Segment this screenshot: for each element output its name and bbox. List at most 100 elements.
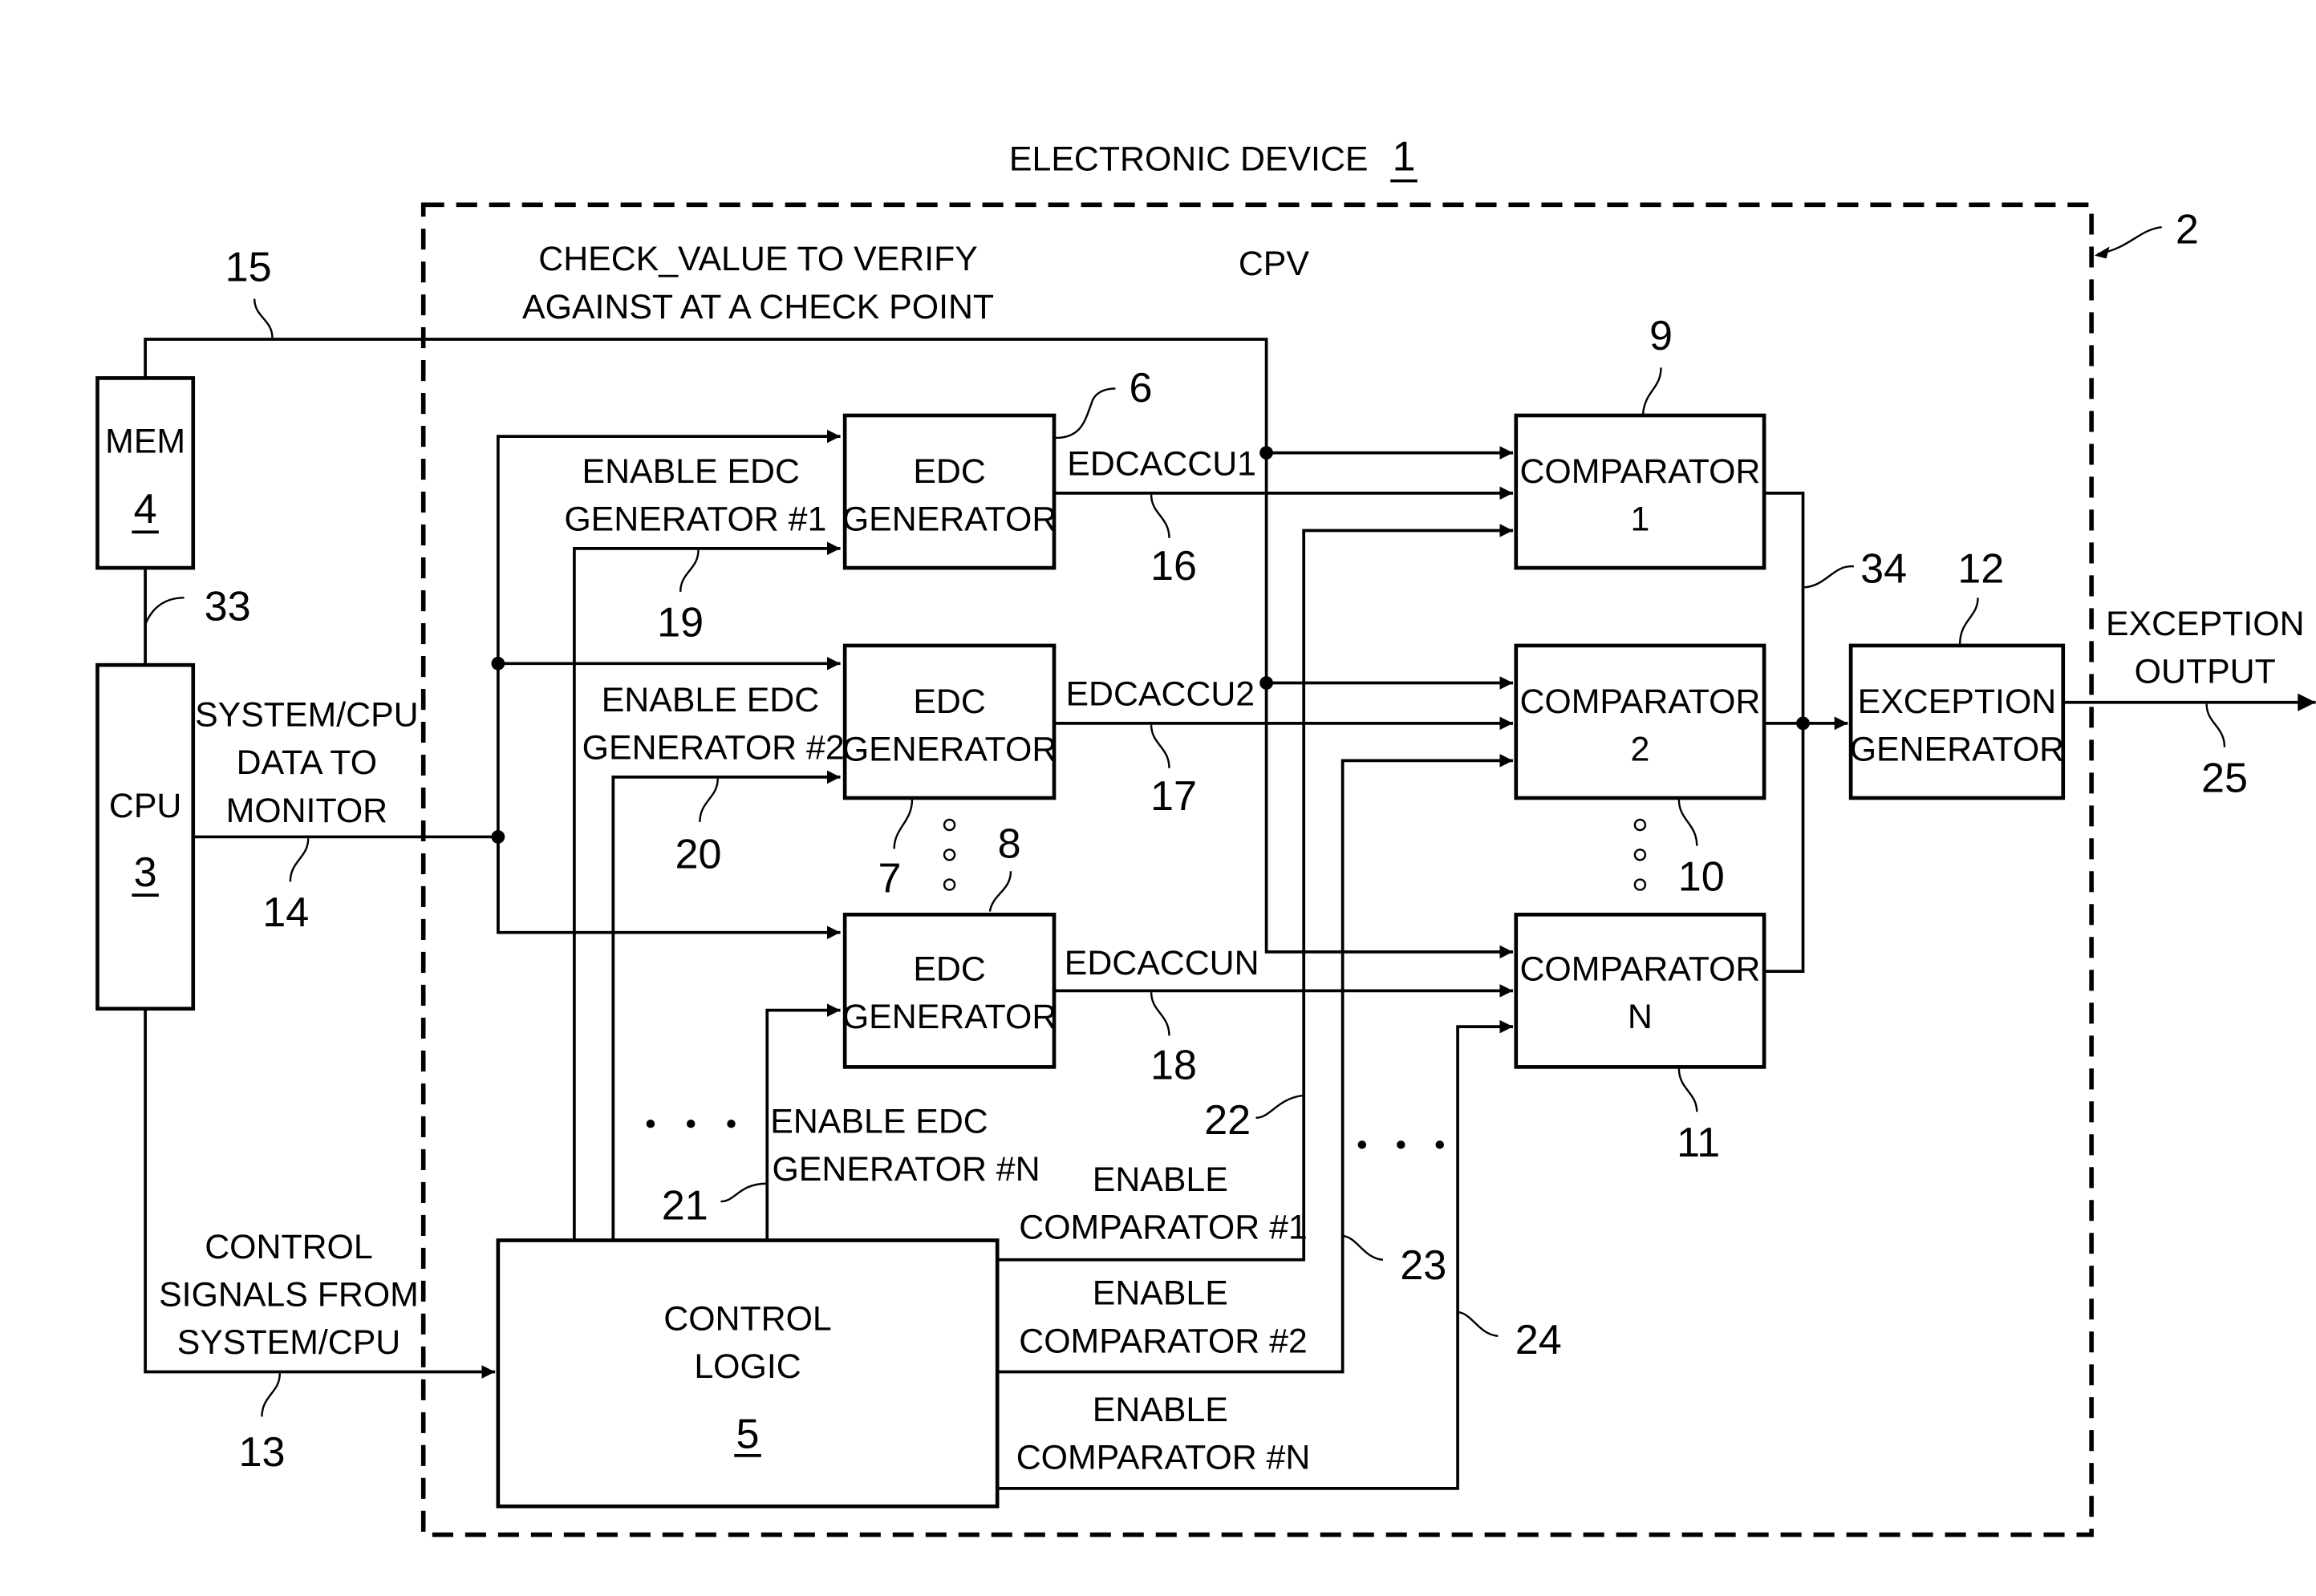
- svg-text:GENERATOR: GENERATOR: [1850, 730, 2064, 768]
- enable-comparator-1-label-2: COMPARATOR #1: [1019, 1209, 1308, 1247]
- svg-text:EXCEPTION: EXCEPTION: [1858, 683, 2057, 721]
- edcaccu-1-label: EDCACCU1: [1067, 445, 1256, 484]
- enable-edc-2-label-2: GENERATOR #2: [582, 729, 845, 768]
- edc-generator-2[interactable]: EDC GENERATOR: [842, 643, 1057, 800]
- enable-edc-n-ref: 21: [662, 1182, 708, 1229]
- cpu-data-label-1: SYSTEM/CPU: [195, 696, 419, 735]
- ellipsis-dot: [943, 818, 956, 832]
- edc-generator-n[interactable]: EDC GENERATOR: [842, 913, 1057, 1069]
- svg-text:GENERATOR: GENERATOR: [842, 500, 1057, 538]
- edcaccu-1-ref: 16: [1150, 543, 1197, 589]
- comparator-1-leader: [1641, 367, 1662, 415]
- enable-comparator-1-line: [997, 524, 1514, 1262]
- check-value-leader: [253, 298, 274, 338]
- svg-text:EDC: EDC: [913, 950, 985, 988]
- comparator-bus-ref: 34: [1860, 546, 1907, 593]
- ellipsis-dot: [727, 1119, 736, 1128]
- control-signals-label-1: CONTROL: [205, 1228, 372, 1266]
- edcaccu-n-ref: 18: [1150, 1042, 1197, 1088]
- figure-ref: 1: [1393, 133, 1416, 180]
- enable-comparator-2-ref: 23: [1400, 1242, 1446, 1289]
- enable-comparator-n-label-2: COMPARATOR #N: [1016, 1439, 1311, 1477]
- svg-text:COMPARATOR: COMPARATOR: [1519, 950, 1760, 988]
- svg-text:EDC: EDC: [913, 452, 985, 491]
- control-logic-block[interactable]: CONTROL LOGIC 5: [496, 1238, 1000, 1509]
- svg-text:GENERATOR: GENERATOR: [842, 730, 1057, 768]
- figure-title: ELECTRONIC DEVICE: [1009, 140, 1369, 178]
- control-signals-line: [144, 1008, 496, 1379]
- junction-dot: [491, 656, 505, 670]
- cpv-ref-arrow: [2094, 246, 2110, 259]
- comparator-1-ref: 9: [1649, 313, 1673, 359]
- control-logic-label-2: LOGIC: [694, 1347, 801, 1386]
- exception-output-leader: [2205, 703, 2226, 747]
- cpu-label: CPU: [109, 787, 181, 825]
- cpu-data-label-3: MONITOR: [226, 792, 388, 830]
- comparator-2-leader: [1677, 799, 1698, 846]
- edcaccu-2-ref: 17: [1150, 773, 1197, 820]
- junction-dot: [1796, 716, 1810, 731]
- comparator-1[interactable]: COMPARATOR 1: [1514, 413, 1766, 570]
- block-diagram: ELECTRONIC DEVICE 1 CPV 2 MEM 4 CPU 3 33…: [95, 133, 2316, 1537]
- edc-generator-n-leader: [988, 871, 1012, 912]
- comparator-bus: [1764, 492, 1805, 974]
- svg-text:N: N: [1628, 998, 1653, 1036]
- enable-edc-1-label-1: ENABLE EDC: [582, 452, 800, 491]
- cpu-data-label-2: DATA TO: [237, 743, 377, 782]
- cpv-label: CPV: [1239, 245, 1310, 283]
- edcaccu-1-leader: [1150, 494, 1170, 538]
- control-signals-leader: [261, 1373, 282, 1417]
- exception-output-label-1: EXCEPTION: [2106, 605, 2305, 643]
- exception-output-label-2: OUTPUT: [2135, 653, 2276, 691]
- control-logic-label-1: CONTROL: [663, 1299, 831, 1338]
- edcaccu-2-label: EDCACCU2: [1065, 674, 1255, 713]
- cpu-data-to-edc-n: [496, 836, 841, 940]
- comparator-n[interactable]: COMPARATOR N: [1514, 913, 1766, 1069]
- control-logic-ref: 5: [736, 1412, 760, 1458]
- enable-comparator-1-ref: 22: [1204, 1097, 1251, 1144]
- enable-comparator-1-label-1: ENABLE: [1093, 1161, 1228, 1199]
- edcaccu-2-leader: [1150, 724, 1170, 768]
- edc-generator-2-ref: 7: [878, 855, 902, 901]
- enable-edc-2-leader: [699, 778, 719, 822]
- enable-comparator-2-label-1: ENABLE: [1093, 1274, 1228, 1313]
- enable-edc-2-ref: 20: [675, 832, 722, 878]
- mem-block[interactable]: MEM 4: [95, 376, 196, 570]
- enable-comparator-1-leader: [1255, 1094, 1304, 1119]
- svg-text:COMPARATOR: COMPARATOR: [1519, 452, 1760, 491]
- enable-edc-1-label-2: GENERATOR #1: [564, 500, 826, 538]
- comparator-2[interactable]: COMPARATOR 2: [1514, 643, 1766, 800]
- mem-cpu-bus-leader: [144, 597, 185, 626]
- enable-edc-n-label-1: ENABLE EDC: [770, 1102, 988, 1140]
- svg-text:1: 1: [1630, 500, 1649, 538]
- check-value-line: [144, 338, 1514, 959]
- svg-text:GENERATOR: GENERATOR: [842, 998, 1057, 1036]
- ellipsis-dot: [1633, 878, 1647, 891]
- edc-generator-1[interactable]: EDC GENERATOR: [842, 413, 1057, 570]
- comparator-bus-leader: [1804, 565, 1854, 589]
- comparator-2-ref: 10: [1678, 854, 1725, 901]
- mem-cpu-bus-ref: 33: [205, 583, 251, 630]
- edc-generator-1-ref: 6: [1130, 365, 1153, 411]
- junction-dot: [1259, 676, 1273, 690]
- mem-ref: 4: [134, 486, 157, 533]
- junction-dot: [1259, 446, 1273, 460]
- edcaccu-n-label: EDCACCUN: [1065, 944, 1259, 982]
- cpu-block[interactable]: CPU 3: [95, 662, 196, 1011]
- edcaccu-n-leader: [1150, 992, 1170, 1036]
- ellipsis-dot: [1633, 818, 1647, 832]
- enable-edc-n-label-2: GENERATOR #N: [772, 1150, 1040, 1189]
- ellipsis-dot: [1357, 1140, 1367, 1149]
- enable-comparator-2-label-2: COMPARATOR #2: [1019, 1322, 1308, 1360]
- enable-edc-n-leader: [720, 1182, 768, 1203]
- svg-text:EDC: EDC: [913, 683, 985, 721]
- enable-edc-2-label-1: ENABLE EDC: [602, 681, 819, 719]
- exception-output-ref: 25: [2201, 755, 2248, 802]
- cpu-ref: 3: [134, 849, 157, 896]
- enable-comparator-n-label-1: ENABLE: [1093, 1391, 1228, 1429]
- enable-edc-1-ref: 19: [657, 600, 704, 646]
- enable-comparator-n-leader: [1457, 1310, 1499, 1337]
- svg-text:2: 2: [1630, 730, 1649, 768]
- mem-label: MEM: [105, 423, 185, 461]
- exception-generator[interactable]: EXCEPTION GENERATOR: [1848, 643, 2066, 800]
